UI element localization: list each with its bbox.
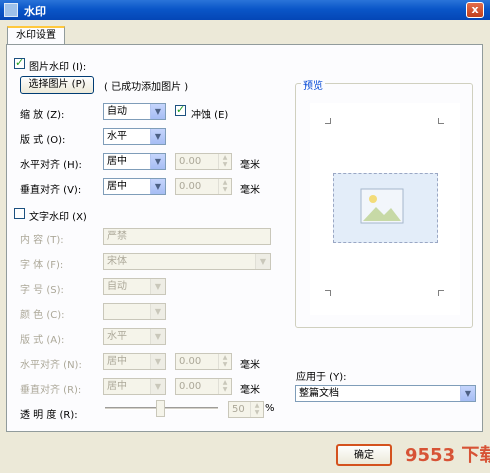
valign-value: 居中 (107, 181, 127, 192)
washout-label: 冲蚀 (E) (191, 110, 229, 121)
chevron-down-icon: ▼ (150, 104, 165, 119)
valign-offset-spin[interactable]: 0.00 ▲ ▼ (175, 178, 232, 195)
text-halign-unit: 毫米 (240, 360, 260, 371)
spin-arrows-icon: ▲ ▼ (218, 379, 231, 394)
layout-label: 版 式 (O): (20, 135, 66, 146)
text-watermark-checkbox[interactable] (14, 208, 25, 219)
opacity-spin[interactable]: 50 ▲ ▼ (228, 401, 264, 418)
preview-title: 预览 (301, 77, 325, 92)
chevron-down-icon: ▼ (150, 179, 165, 194)
halign-value: 居中 (107, 156, 127, 167)
content-value: 严禁 (107, 231, 127, 242)
apply-to-value: 整篇文档 (299, 388, 339, 399)
halign-offset-spin[interactable]: 0.00 ▲ ▼ (175, 153, 232, 170)
text-halign-label: 水平对齐 (N): (20, 360, 82, 371)
picture-watermark-checkbox[interactable] (14, 56, 25, 69)
picture-watermark-label: 图片水印 (I): (29, 62, 87, 73)
crop-mark-tr (438, 118, 444, 124)
title-bar: 水印 x (0, 0, 490, 20)
washout-checkbox[interactable] (175, 103, 186, 116)
chevron-down-icon: ▼ (150, 129, 165, 144)
chevron-down-icon: ▼ (460, 386, 475, 401)
font-label: 字 体 (F): (20, 260, 64, 271)
content-label: 内 容 (T): (20, 235, 64, 246)
layout-value: 水平 (107, 131, 127, 142)
window-title: 水印 (24, 5, 46, 18)
content-input[interactable]: 严禁 (103, 228, 271, 245)
size-select[interactable]: 自动 ▼ (103, 278, 166, 295)
crop-mark-tl (325, 118, 331, 124)
opacity-value: 50 (232, 404, 245, 415)
scale-value: 自动 (107, 106, 127, 117)
chevron-down-icon: ▼ (150, 354, 165, 369)
opacity-unit: % (265, 403, 275, 414)
apply-to-select[interactable]: 整篇文档 ▼ (295, 385, 476, 402)
color-label: 颜 色 (C): (20, 310, 65, 321)
picture-status: ( 已成功添加图片 ) (104, 82, 189, 93)
opacity-slider-thumb[interactable] (156, 400, 165, 417)
text-watermark-label: 文字水印 (X) (29, 212, 87, 223)
text-halign-offset-spin[interactable]: 0.00 ▲ ▼ (175, 353, 232, 370)
text-valign-unit: 毫米 (240, 385, 260, 396)
spin-arrows-icon: ▲ ▼ (218, 154, 231, 169)
scale-select[interactable]: 自动 ▼ (103, 103, 166, 120)
text-layout-value: 水平 (107, 331, 127, 342)
spin-arrows-icon: ▲ ▼ (250, 402, 263, 417)
chevron-down-icon: ▼ (255, 254, 270, 269)
apply-to-label: 应用于 (Y): (296, 372, 347, 383)
text-layout-select[interactable]: 水平 ▼ (103, 328, 166, 345)
crop-mark-bl (325, 290, 331, 296)
site-watermark: 9553 下载 (405, 445, 490, 466)
valign-unit: 毫米 (240, 185, 260, 196)
crop-mark-br (438, 290, 444, 296)
size-label: 字 号 (S): (20, 285, 64, 296)
tab-watermark-settings[interactable]: 水印设置 (7, 26, 65, 44)
halign-unit: 毫米 (240, 160, 260, 171)
scale-label: 缩 放 (Z): (20, 110, 65, 121)
text-halign-offset-value: 0.00 (179, 356, 202, 367)
chevron-down-icon: ▼ (150, 304, 165, 319)
text-valign-label: 垂直对齐 (R): (20, 385, 82, 396)
select-picture-button[interactable]: 选择图片 (P) (20, 76, 94, 94)
halign-offset-value: 0.00 (179, 156, 202, 167)
text-valign-offset-value: 0.00 (179, 381, 202, 392)
valign-offset-value: 0.00 (179, 181, 202, 192)
chevron-down-icon: ▼ (150, 154, 165, 169)
text-halign-value: 居中 (107, 356, 127, 367)
text-halign-select[interactable]: 居中 ▼ (103, 353, 166, 370)
font-select[interactable]: 宋体 ▼ (103, 253, 271, 270)
spin-arrows-icon: ▲ ▼ (218, 354, 231, 369)
opacity-label: 透 明 度 (R): (20, 410, 78, 421)
text-valign-offset-spin[interactable]: 0.00 ▲ ▼ (175, 378, 232, 395)
ok-button[interactable]: 确定 (336, 444, 392, 466)
halign-select[interactable]: 居中 ▼ (103, 153, 166, 170)
font-value: 宋体 (107, 256, 127, 267)
close-button[interactable]: x (466, 2, 484, 18)
size-value: 自动 (107, 281, 127, 292)
color-select[interactable]: ▼ (103, 303, 166, 320)
valign-select[interactable]: 居中 ▼ (103, 178, 166, 195)
spin-arrows-icon: ▲ ▼ (218, 179, 231, 194)
text-valign-select[interactable]: 居中 ▼ (103, 378, 166, 395)
chevron-down-icon: ▼ (150, 329, 165, 344)
text-layout-label: 版 式 (A): (20, 335, 65, 346)
valign-label: 垂直对齐 (V): (20, 185, 82, 196)
layout-select[interactable]: 水平 ▼ (103, 128, 166, 145)
chevron-down-icon: ▼ (150, 279, 165, 294)
picture-placeholder-icon (360, 188, 404, 224)
text-valign-value: 居中 (107, 381, 127, 392)
chevron-down-icon: ▼ (150, 379, 165, 394)
app-icon (4, 3, 18, 17)
halign-label: 水平对齐 (H): (20, 160, 82, 171)
